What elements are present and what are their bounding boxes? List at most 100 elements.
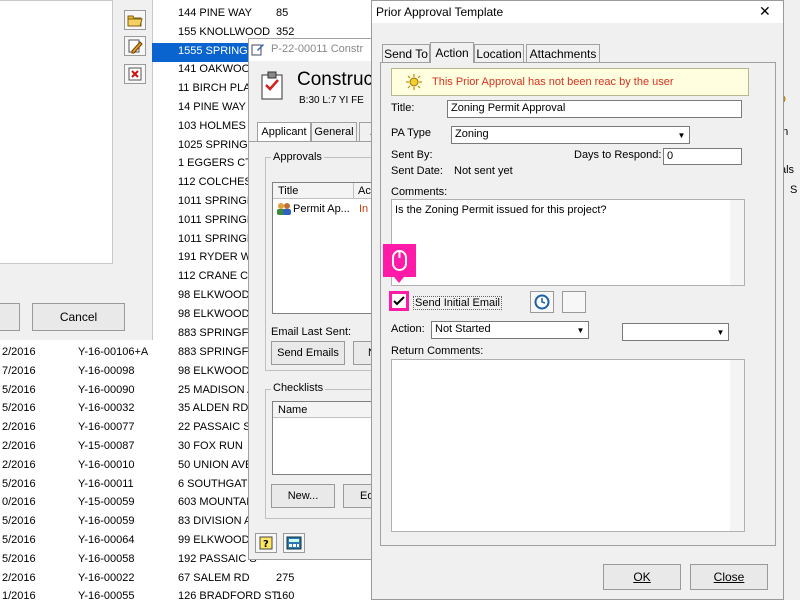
warning-banner: This Prior Approval has not been reac by…: [391, 68, 749, 96]
number-cell: 352: [276, 25, 295, 38]
address-cell: 103 HOLMES O: [178, 119, 258, 132]
calculator-icon[interactable]: [283, 533, 305, 553]
date-cell: 1/2016: [2, 590, 36, 603]
right-edge-window: on als S: [776, 0, 800, 600]
date-cell: 5/2016: [2, 402, 36, 415]
number-cell: 85: [276, 7, 289, 19]
right-edge-text-s: S: [790, 184, 798, 196]
users-icon: [276, 202, 292, 219]
address-cell: 22 PASSAIC S: [178, 421, 251, 434]
pa-type-select[interactable]: Zoning ▼: [451, 126, 690, 144]
construction-sub: B:30 L:7 YI FE: [299, 95, 364, 106]
permit-cell: Y-16-00011: [78, 477, 134, 490]
close-button[interactable]: Close: [690, 564, 768, 590]
tab-send-to[interactable]: Send To: [382, 44, 430, 63]
address-cell: 1025 SPRINGF: [178, 138, 255, 151]
col-title[interactable]: Title: [278, 185, 298, 197]
return-comments-scrollbar[interactable]: [730, 360, 744, 531]
permit-cell: Y-15-00059: [78, 496, 135, 509]
send-initial-email-label[interactable]: Send Initial Email: [413, 296, 502, 310]
construction-window: P-22-00011 Constr Construc B:30 L:7 YI F…: [248, 38, 390, 560]
construction-window-title: P-22-00011 Constr: [271, 43, 364, 55]
address-cell: 14 PINE WAY: [178, 101, 246, 113]
date-cell: 2/2016: [2, 440, 36, 452]
blank-tool-icon[interactable]: [562, 291, 586, 313]
tab-action[interactable]: Action: [430, 42, 474, 63]
chevron-down-icon[interactable]: ▼: [674, 127, 689, 143]
days-to-respond-input[interactable]: 0: [663, 148, 742, 165]
approval-item-title: Permit Ap...: [293, 203, 350, 215]
table-row[interactable]: 1/2016 Y-16-00055 126 BRADFORD ST 160: [0, 588, 300, 607]
date-cell: 2/2016: [2, 421, 36, 434]
list-item[interactable]: 144 PINE WAY 85: [0, 5, 300, 24]
address-cell: 144 PINE WAY: [178, 7, 252, 19]
new-button[interactable]: New...: [271, 484, 335, 508]
date-cell: 2/2016: [2, 346, 36, 358]
title-input[interactable]: Zoning Permit Approval: [447, 100, 742, 118]
permit-cell: Y-16-00090: [78, 383, 135, 396]
close-icon[interactable]: ✕: [759, 3, 771, 20]
permit-cell: Y-16-00032: [78, 402, 135, 415]
prior-approval-dialog: Prior Approval Template ✕ Send To Action L…: [371, 0, 784, 600]
address-cell: 50 UNION AVE: [178, 458, 253, 471]
date-cell: 5/2016: [2, 477, 36, 490]
construction-title-bar: P-22-00011 Constr: [249, 39, 387, 61]
address-cell: 83 DIVISION A: [178, 515, 252, 528]
title-label: Title:: [391, 102, 415, 114]
col-ac[interactable]: Ac: [358, 185, 371, 197]
address-cell: 191 RYDER WA: [178, 251, 259, 264]
address-cell: 192 PASSAIC S: [178, 552, 257, 565]
chevron-down-icon[interactable]: ▼: [713, 324, 728, 340]
send-initial-email-checkbox[interactable]: [389, 291, 409, 311]
permit-cell: Y-16-00106+A: [78, 346, 149, 358]
construction-window-icon: [251, 42, 265, 59]
col-name[interactable]: Name: [278, 404, 307, 416]
address-cell: 155 KNOLLWOOD: [178, 25, 271, 38]
dialog-title: Prior Approval Template: [376, 5, 504, 19]
action-select[interactable]: Not Started ▼: [431, 321, 589, 339]
date-cell: 5/2016: [2, 552, 36, 565]
date-cell: 5/2016: [2, 515, 36, 528]
pa-type-value: Zoning: [455, 128, 489, 140]
approvals-label: Approvals: [271, 151, 324, 163]
permit-cell: Y-16-00077: [78, 421, 135, 434]
tab-location[interactable]: Location: [474, 44, 524, 63]
ok-button[interactable]: OK: [603, 564, 681, 590]
address-cell: 883 SPRINGFIE: [178, 326, 259, 339]
permit-cell: Y-16-00064: [78, 534, 135, 546]
date-cell: 5/2016: [2, 383, 36, 396]
days-to-respond-label: Days to Respond:: [574, 149, 662, 161]
address-cell: 1011 SPRINGF: [178, 213, 254, 226]
date-cell: 5/2016: [2, 534, 36, 546]
address-cell: 11 BIRCH PLAC: [178, 82, 259, 95]
clipboard-icon: [259, 71, 287, 104]
address-cell: 883 SPRINGFIE: [178, 346, 259, 358]
address-cell: 112 CRANE CI: [178, 270, 252, 283]
address-cell: 6 SOUTHGATE: [178, 477, 255, 490]
tab-divider: [249, 141, 387, 142]
action-value: Not Started: [435, 323, 491, 335]
comments-scrollbar[interactable]: [730, 200, 744, 285]
tab-applicant[interactable]: Applicant: [257, 122, 311, 141]
chevron-down-icon[interactable]: ▼: [573, 322, 588, 338]
comments-text: Is the Zoning Permit issued for this pro…: [395, 204, 607, 216]
email-last-sent-label: Email Last Sent:: [271, 326, 352, 338]
construction-heading: Construc: [297, 69, 374, 90]
tab-general[interactable]: General: [311, 122, 357, 141]
number-cell: 160: [276, 590, 295, 603]
send-emails-button[interactable]: Send Emails: [271, 341, 345, 365]
permit-cell: Y-16-00022: [78, 571, 135, 584]
approval-item-status: In: [359, 203, 369, 215]
comments-textarea[interactable]: Is the Zoning Permit issued for this pro…: [391, 199, 745, 286]
sent-date-value: Not sent yet: [454, 165, 513, 177]
address-cell: 25 MADISON A: [178, 383, 255, 396]
clock-icon[interactable]: [530, 291, 554, 313]
address-cell: 603 MOUNTAIN: [178, 496, 258, 509]
return-comments-textarea[interactable]: [391, 359, 745, 532]
table-row[interactable]: 2/2016 Y-16-00022 67 SALEM RD 275: [0, 570, 300, 589]
action-secondary-select[interactable]: ▼: [622, 323, 729, 341]
help-icon[interactable]: ?: [255, 533, 277, 553]
date-cell: 0/2016: [2, 496, 36, 509]
tab-attachments[interactable]: Attachments: [526, 44, 600, 63]
permit-cell: Y-16-00010: [78, 458, 135, 471]
